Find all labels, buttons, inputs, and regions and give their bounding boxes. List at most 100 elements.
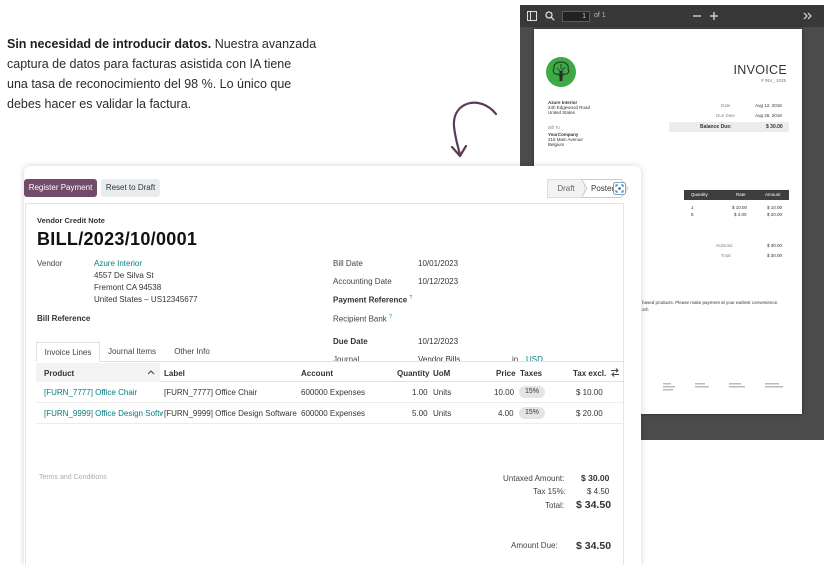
- pdf-col-rate: Rate: [736, 192, 746, 197]
- tree-icon: [552, 61, 570, 81]
- row-quantity[interactable]: 1.00: [412, 388, 428, 397]
- row-price[interactable]: 4.00: [498, 409, 514, 418]
- pdf-note-line-1: hased products. Please make payment at y…: [642, 300, 779, 305]
- pdf-invoice-title: INVOICE: [733, 63, 787, 77]
- row-tax-excl: $ 10.00: [576, 388, 603, 397]
- marketing-line-2: captura de datos para facturas asistida …: [7, 57, 292, 71]
- status-draft[interactable]: Draft: [547, 179, 585, 198]
- payment-reference-label: Payment Reference ?: [333, 295, 412, 305]
- amount-due-value: $ 34.50: [576, 540, 612, 552]
- marketing-line-3: una tasa de reconocimiento del 98 %. Lo …: [7, 77, 292, 91]
- terms-and-conditions-input[interactable]: Terms and Conditions: [39, 474, 107, 481]
- search-icon[interactable]: [545, 11, 555, 21]
- row-quantity[interactable]: 5.00: [412, 409, 428, 418]
- untaxed-amount-value: $ 30.00: [581, 473, 610, 483]
- pdf-subtotal-label: Subtotal: [716, 243, 733, 248]
- tax-value: $ 4.50: [587, 487, 610, 496]
- tax-badge[interactable]: 15%: [519, 407, 545, 419]
- tax-badge[interactable]: 15%: [519, 386, 545, 398]
- col-price[interactable]: Price: [496, 369, 516, 378]
- vendor-label: Vendor: [37, 259, 63, 268]
- recipient-bank-label: Recipient Bank ?: [333, 314, 392, 324]
- row-uom[interactable]: Units: [433, 388, 451, 397]
- row-price[interactable]: 10.00: [494, 388, 514, 397]
- col-product[interactable]: Product: [44, 369, 74, 378]
- curved-arrow-icon: [450, 101, 498, 158]
- row-account[interactable]: 600000 Expenses: [301, 388, 365, 397]
- pdf-subtotal-value: $ 30.00: [767, 243, 783, 248]
- row-label[interactable]: [FURN_9999] Office Design Software: [164, 409, 297, 418]
- bill-date-value[interactable]: 10/01/2023: [418, 259, 458, 268]
- pdf-row-1-amount: $ 10.00: [767, 205, 783, 210]
- row-product[interactable]: [FURN_7777] Office Chair: [44, 388, 163, 397]
- status-bar: Draft Posted: [547, 179, 629, 198]
- amount-due-label: Amount Due:: [511, 541, 558, 550]
- payment-reference-text: Payment Reference: [333, 295, 408, 305]
- marketing-bold: Sin necesidad de introducir datos.: [7, 37, 212, 51]
- row-label[interactable]: [FURN_7777] Office Chair: [164, 388, 257, 397]
- vendor-address-line-1: 4557 De Silva St: [94, 271, 154, 280]
- total-value: $ 34.50: [576, 499, 612, 511]
- pdf-due-label: Due Date: [716, 113, 736, 118]
- col-uom[interactable]: UoM: [433, 369, 450, 378]
- vendor-bill-form: Register Payment Reset to Draft Draft Po…: [24, 166, 641, 565]
- reset-to-draft-button[interactable]: Reset to Draft: [101, 179, 160, 197]
- pdf-row-2-qty: 5: [691, 212, 694, 217]
- tab-journal-items[interactable]: Journal Items: [100, 342, 164, 362]
- recipient-bank-text: Recipient Bank: [333, 314, 387, 324]
- bill-reference-label: Bill Reference: [37, 314, 91, 323]
- bill-date-label: Bill Date: [333, 259, 363, 268]
- pdf-date-value: Aug 12, 2018: [755, 103, 782, 108]
- pdf-bill-to-line-3: Belgium: [548, 142, 565, 147]
- total-label: Total:: [545, 501, 565, 510]
- pdf-total-label: Total: [721, 253, 731, 258]
- company-logo: [546, 57, 576, 87]
- help-icon[interactable]: ?: [410, 295, 413, 301]
- col-quantity[interactable]: Quantity: [397, 369, 429, 378]
- col-account[interactable]: Account: [301, 369, 333, 378]
- help-icon[interactable]: ?: [389, 314, 392, 320]
- tab-other-info[interactable]: Other Info: [164, 342, 220, 362]
- zoom-out-icon[interactable]: [692, 11, 702, 21]
- sidebar-toggle-icon[interactable]: [527, 11, 537, 21]
- untaxed-amount-label: Untaxed Amount:: [503, 474, 565, 483]
- notebook-tabs: Invoice Lines Journal Items Other Info: [36, 342, 624, 362]
- scan-icon[interactable]: [613, 182, 626, 195]
- column-settings-icon[interactable]: [610, 368, 620, 377]
- table-row[interactable]: [FURN_7777] Office Chair [FURN_7777] Off…: [36, 382, 624, 403]
- chevron-up-icon[interactable]: [147, 370, 155, 375]
- vendor-link[interactable]: Azure Interior: [94, 259, 142, 268]
- marketing-line-1-rest: Nuestra avanzada: [211, 37, 317, 51]
- row-account[interactable]: 600000 Expenses: [301, 409, 365, 418]
- row-product[interactable]: [FURN_9999] Office Design Softw: [44, 409, 163, 418]
- pdf-toolbar: 1 of 1: [520, 5, 824, 27]
- pdf-row-2-amount: $ 20.00: [767, 212, 783, 217]
- pdf-col-quantity: Quantity: [691, 192, 708, 197]
- col-taxes[interactable]: Taxes: [520, 369, 542, 378]
- pdf-note-line-2: orh: [642, 307, 649, 312]
- page-number-input[interactable]: 1: [562, 11, 590, 22]
- accounting-date-label: Accounting Date: [333, 277, 392, 286]
- more-tools-icon[interactable]: [803, 11, 813, 21]
- marketing-line-1: Sin necesidad de introducir datos. Nuest…: [7, 34, 352, 54]
- accounting-date-value[interactable]: 10/12/2023: [418, 277, 458, 286]
- row-tax-excl: $ 20.00: [576, 409, 603, 418]
- pdf-due-value: Aug 26, 2018: [755, 113, 782, 118]
- table-row[interactable]: [FURN_9999] Office Design Softw [FURN_99…: [36, 403, 624, 424]
- pdf-total-value: $ 30.00: [767, 253, 783, 258]
- row-uom[interactable]: Units: [433, 409, 451, 418]
- tab-invoice-lines[interactable]: Invoice Lines: [36, 342, 100, 362]
- pdf-row-2-rate: $ 4.00: [734, 212, 747, 217]
- pdf-bill-to-label: Bill To: [548, 125, 560, 130]
- pdf-footer-text: [663, 383, 783, 391]
- pdf-row-1-rate: $ 10.00: [732, 205, 748, 210]
- register-payment-button[interactable]: Register Payment: [24, 179, 97, 197]
- vendor-address-line-2: Fremont CA 94538: [94, 283, 162, 292]
- pdf-col-amount: Amount: [765, 192, 781, 197]
- tax-label: Tax 15%:: [533, 487, 566, 496]
- page-count: of 1: [594, 12, 606, 19]
- pdf-items-header: Quantity Rate Amount: [684, 190, 789, 200]
- col-tax-excl[interactable]: Tax excl.: [573, 369, 606, 378]
- zoom-in-icon[interactable]: [709, 11, 719, 21]
- col-label[interactable]: Label: [164, 369, 185, 378]
